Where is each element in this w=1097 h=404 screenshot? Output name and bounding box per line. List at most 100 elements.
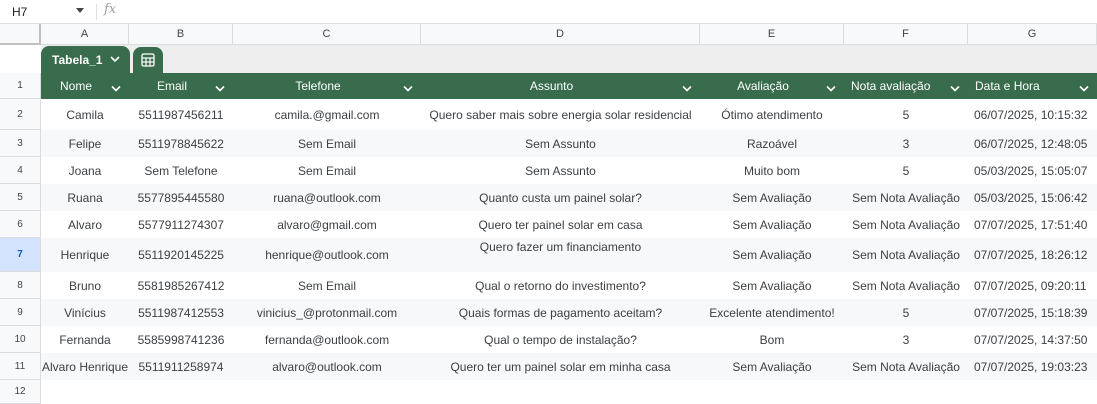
row-header-4[interactable]: 4 <box>0 157 41 184</box>
cell-c7[interactable]: henrique@outlook.com <box>233 238 421 272</box>
cell-a5[interactable]: Ruana <box>41 184 129 211</box>
cell-a8[interactable]: Bruno <box>41 272 129 299</box>
cell-f6[interactable]: Sem Nota Avaliação <box>844 211 968 238</box>
cell-g10[interactable]: 07/07/2025, 14:37:50 <box>968 326 1097 353</box>
cell-e11[interactable]: Sem Avaliação <box>700 353 844 380</box>
chevron-down-icon[interactable] <box>826 82 836 96</box>
chevron-down-icon[interactable] <box>682 82 692 96</box>
cell-e3[interactable]: Razoável <box>700 130 844 157</box>
cell-a9[interactable]: Vinícius <box>41 299 129 326</box>
cell-e10[interactable]: Bom <box>700 326 844 353</box>
cell-g6[interactable]: 07/07/2025, 17:51:40 <box>968 211 1097 238</box>
cell-c3[interactable]: Sem Email <box>233 130 421 157</box>
row-header-10[interactable]: 10 <box>0 326 41 353</box>
row-header-5[interactable]: 5 <box>0 184 41 211</box>
cell-a11[interactable]: Alvaro Henrique <box>41 353 129 380</box>
column-header-d[interactable]: D <box>421 24 700 45</box>
chevron-down-icon[interactable] <box>111 82 121 96</box>
cell-g2[interactable]: 06/07/2025, 10:15:32 <box>968 99 1097 130</box>
chevron-down-icon[interactable] <box>1079 82 1089 96</box>
column-header-b[interactable]: B <box>129 24 233 45</box>
cell-d8[interactable]: Qual o retorno do investimento? <box>421 272 700 299</box>
cell-e7[interactable]: Sem Avaliação <box>700 238 844 272</box>
column-header-f[interactable]: F <box>844 24 968 45</box>
cell-e8[interactable]: Sem Avaliação <box>700 272 844 299</box>
chevron-down-icon[interactable] <box>76 8 84 13</box>
cell-g5[interactable]: 05/03/2025, 15:06:42 <box>968 184 1097 211</box>
select-all-corner[interactable] <box>0 24 41 45</box>
cell-f11[interactable]: Sem Nota Avaliação <box>844 353 968 380</box>
cell-c4[interactable]: Sem Email <box>233 157 421 184</box>
cell-b3[interactable]: 5511978845622 <box>129 130 233 157</box>
cell-c10[interactable]: fernanda@outlook.com <box>233 326 421 353</box>
cell-e9[interactable]: Excelente atendimento! <box>700 299 844 326</box>
cell-c9[interactable]: vinicius_@protonmail.com <box>233 299 421 326</box>
cell-b7[interactable]: 5511920145225 <box>129 238 233 272</box>
header-email[interactable]: Email <box>129 73 233 99</box>
column-header-g[interactable]: G <box>968 24 1097 45</box>
cell-g3[interactable]: 06/07/2025, 12:48:05 <box>968 130 1097 157</box>
row-header-12[interactable]: 12 <box>0 380 41 404</box>
cell-a3[interactable]: Felipe <box>41 130 129 157</box>
cell-e5[interactable]: Sem Avaliação <box>700 184 844 211</box>
cell-f3[interactable]: 3 <box>844 130 968 157</box>
column-header-c[interactable]: C <box>233 24 421 45</box>
cell-f8[interactable]: Sem Nota Avaliação <box>844 272 968 299</box>
cell-c8[interactable]: Sem Email <box>233 272 421 299</box>
column-header-a[interactable]: A <box>41 24 129 45</box>
cell-c6[interactable]: alvaro@gmail.com <box>233 211 421 238</box>
cell-e4[interactable]: Muito bom <box>700 157 844 184</box>
cell-c2[interactable]: camila.@gmail.com <box>233 99 421 130</box>
row-header-9[interactable]: 9 <box>0 299 41 326</box>
cell-f4[interactable]: 5 <box>844 157 968 184</box>
cell-a6[interactable]: Alvaro <box>41 211 129 238</box>
cell-e6[interactable]: Sem Avaliação <box>700 211 844 238</box>
cell-c11[interactable]: alvaro@outlook.com <box>233 353 421 380</box>
header-nome[interactable]: Nome <box>41 73 129 99</box>
cell-b5[interactable]: 5577895445580 <box>129 184 233 211</box>
cell-b11[interactable]: 5511911258974 <box>129 353 233 380</box>
cell-c5[interactable]: ruana@outlook.com <box>233 184 421 211</box>
cell-d5[interactable]: Quanto custa um painel solar? <box>421 184 700 211</box>
cell-f7[interactable]: Sem Nota Avaliação <box>844 238 968 272</box>
row-header-6[interactable]: 6 <box>0 211 41 238</box>
cell-d6[interactable]: Quero ter painel solar em casa <box>421 211 700 238</box>
cell-g7[interactable]: 07/07/2025, 18:26:12 <box>968 238 1097 272</box>
row-header-11[interactable]: 11 <box>0 353 41 380</box>
cell-b4[interactable]: Sem Telefone <box>129 157 233 184</box>
cell-g8[interactable]: 07/07/2025, 09:20:11 <box>968 272 1097 299</box>
cell-f9[interactable]: 5 <box>844 299 968 326</box>
cell-a7[interactable]: Henrique <box>41 238 129 272</box>
table-name-chip[interactable]: Tabela_1 <box>41 46 130 73</box>
cell-b10[interactable]: 5585998741236 <box>129 326 233 353</box>
cell-a10[interactable]: Fernanda <box>41 326 129 353</box>
cell-g11[interactable]: 07/07/2025, 19:03:23 <box>968 353 1097 380</box>
calculator-icon[interactable] <box>133 47 163 73</box>
header-data-e-hora[interactable]: Data e Hora <box>968 73 1097 99</box>
cell-d9[interactable]: Quais formas de pagamento aceitam? <box>421 299 700 326</box>
cell-b9[interactable]: 5511987412553 <box>129 299 233 326</box>
cell-d4[interactable]: Sem Assunto <box>421 157 700 184</box>
cell-f2[interactable]: 5 <box>844 99 968 130</box>
cell-b2[interactable]: 5511987456211 <box>129 99 233 130</box>
cell-d3[interactable]: Sem Assunto <box>421 130 700 157</box>
chevron-down-icon[interactable] <box>403 82 413 96</box>
column-header-e[interactable]: E <box>700 24 844 45</box>
header-assunto[interactable]: Assunto <box>421 73 700 99</box>
row-header-1[interactable]: 1 <box>0 73 41 99</box>
header-nota-avaliacao[interactable]: Nota avaliação <box>844 73 968 99</box>
header-avaliacao[interactable]: Avaliação <box>700 73 844 99</box>
cell-d10[interactable]: Qual o tempo de instalação? <box>421 326 700 353</box>
cell-d11[interactable]: Quero ter um painel solar em minha casa <box>421 353 700 380</box>
cell-e2[interactable]: Ótimo atendimento <box>700 99 844 130</box>
cell-f10[interactable]: 3 <box>844 326 968 353</box>
row-header-7[interactable]: 7 <box>0 238 41 272</box>
cell-b6[interactable]: 5577911274307 <box>129 211 233 238</box>
chevron-down-icon[interactable] <box>215 82 225 96</box>
cell-f5[interactable]: Sem Nota Avaliação <box>844 184 968 211</box>
cell-d2[interactable]: Quero saber mais sobre energia solar res… <box>421 99 700 130</box>
row-header-8[interactable]: 8 <box>0 272 41 299</box>
row-header-2[interactable]: 2 <box>0 99 41 130</box>
chevron-down-icon[interactable] <box>950 82 960 96</box>
header-telefone[interactable]: Telefone <box>233 73 421 99</box>
